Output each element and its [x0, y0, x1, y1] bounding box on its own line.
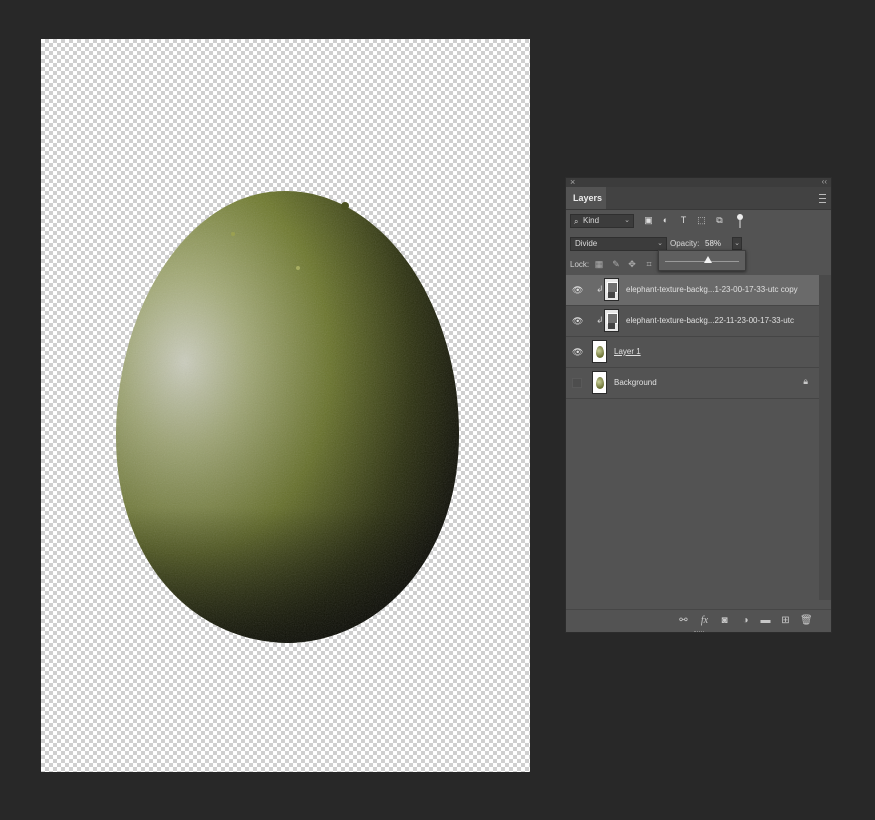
layer-name[interactable]: elephant-texture-backg...22-11-23-00-17-…: [626, 316, 794, 325]
type-filter-icon[interactable]: T: [678, 215, 689, 226]
panel-menu-icon[interactable]: [819, 194, 826, 203]
lock-transparent-icon[interactable]: ▦: [594, 259, 604, 269]
layer-thumbnail: [592, 340, 607, 363]
opacity-label: Opacity:: [670, 239, 700, 248]
layer-thumbnail: [604, 309, 619, 332]
adjustment-filter-icon[interactable]: ◐: [660, 215, 671, 226]
resize-grip[interactable]: [693, 631, 704, 634]
panel-top-strip: × ‹‹: [566, 177, 831, 187]
opacity-dropdown-button[interactable]: ⌄: [732, 237, 742, 250]
search-icon: ⌕: [574, 217, 579, 226]
layer-name[interactable]: Background: [614, 378, 657, 387]
layer-row[interactable]: 👁︎ ↲ elephant-texture-backg...1-23-00-17…: [566, 275, 819, 306]
opacity-slider-popup: [658, 250, 746, 271]
shape-filter-icon[interactable]: ⬚: [696, 215, 707, 226]
layer-thumbnail: [592, 371, 607, 394]
document-canvas[interactable]: [41, 39, 530, 772]
layer-row[interactable]: 👁︎ ↲ elephant-texture-backg...22-11-23-0…: [566, 306, 819, 337]
blend-mode-value: Divide: [575, 239, 598, 248]
filter-kind-select[interactable]: ⌕ Kind ⌄: [570, 214, 634, 228]
layer-name[interactable]: elephant-texture-backg...1-23-00-17-33-u…: [626, 285, 798, 294]
chevron-down-icon: ⌄: [624, 217, 630, 224]
pixel-filter-icon[interactable]: ▣: [643, 215, 654, 226]
fx-icon[interactable]: fx: [699, 615, 710, 626]
opacity-input[interactable]: 58%: [703, 237, 731, 251]
new-group-icon[interactable]: ▬: [760, 615, 771, 626]
layer-row[interactable]: Background 🔒︎: [566, 368, 819, 399]
egg-image: [115, 190, 460, 643]
trash-icon[interactable]: 🗑︎: [800, 615, 813, 626]
clipping-mask-icon: ↲: [596, 315, 604, 325]
layers-bottom-toolbar: ⚯ fx ◙ ◑ ▬ ⊞ 🗑︎: [566, 609, 831, 632]
layers-scrollbar[interactable]: [819, 275, 831, 600]
link-layers-icon[interactable]: ⚯: [678, 615, 689, 626]
eye-icon[interactable]: 👁︎: [572, 317, 583, 326]
new-layer-icon[interactable]: ⊞: [780, 615, 791, 626]
adjustment-layer-icon[interactable]: ◑: [740, 615, 751, 626]
eye-icon[interactable]: 👁︎: [572, 286, 583, 295]
lock-artboard-icon[interactable]: ⌗: [644, 259, 654, 269]
lock-image-icon[interactable]: ✎: [611, 259, 621, 269]
lock-position-icon[interactable]: ✥: [627, 259, 637, 269]
layer-row[interactable]: 👁︎ Layer 1: [566, 337, 819, 368]
clipping-mask-icon: ↲: [596, 284, 604, 294]
smart-object-filter-icon[interactable]: ⧉: [714, 215, 725, 226]
chevron-down-icon: ⌄: [657, 240, 663, 247]
layer-name[interactable]: Layer 1: [614, 347, 641, 356]
lock-label: Lock:: [570, 260, 590, 269]
opacity-slider-track[interactable]: [665, 261, 739, 262]
visibility-toggle-off[interactable]: [572, 378, 582, 388]
tab-layers[interactable]: Layers: [566, 187, 606, 209]
filter-toggle-stem: [739, 220, 741, 228]
layers-list: 👁︎ ↲ elephant-texture-backg...1-23-00-17…: [566, 275, 819, 399]
layer-mask-icon[interactable]: ◙: [719, 615, 730, 626]
blend-mode-select[interactable]: Divide ⌄: [570, 237, 667, 251]
layers-panel: × ‹‹ Layers ⌕ Kind ⌄ ▣ ◐ T ⬚ ⧉ Divide ⌄ …: [565, 177, 832, 633]
eye-icon[interactable]: 👁︎: [572, 348, 583, 357]
filter-kind-label: Kind: [583, 216, 600, 225]
layer-thumbnail: [604, 278, 619, 301]
lock-icon: 🔒︎: [803, 376, 808, 386]
panel-tab-row: Layers: [566, 187, 831, 210]
opacity-slider-thumb[interactable]: [703, 256, 712, 263]
